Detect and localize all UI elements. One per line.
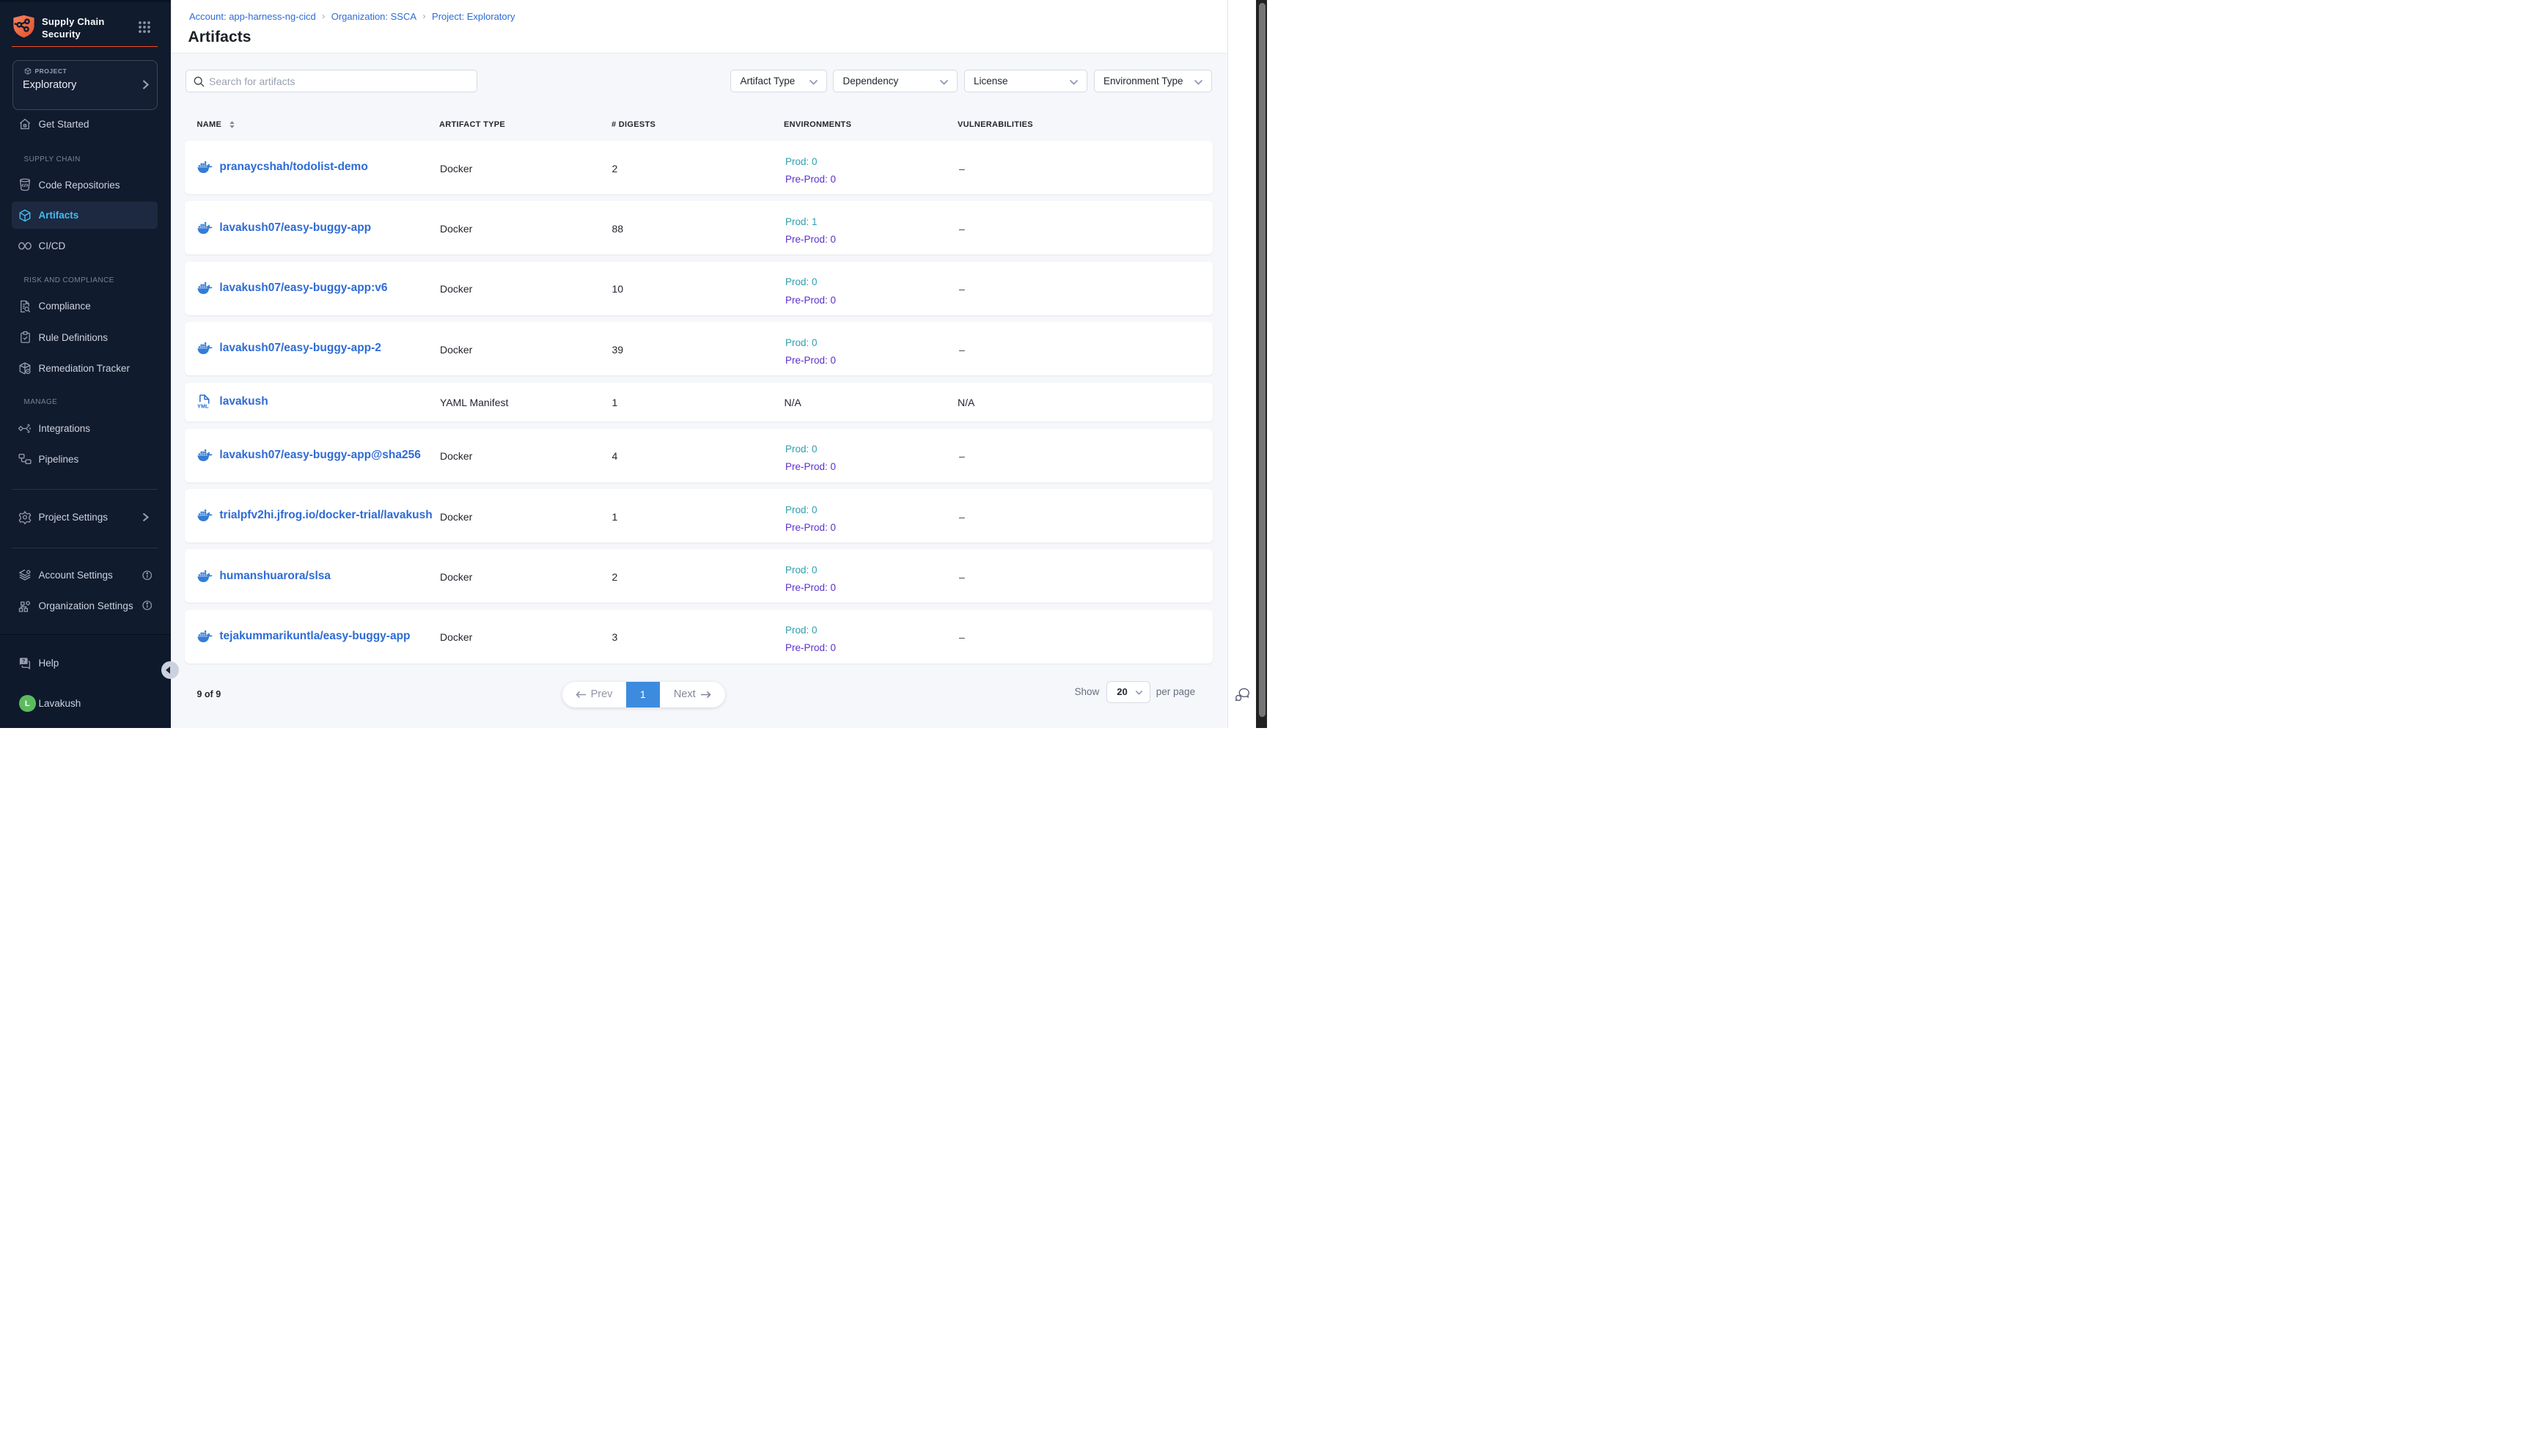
- svg-text:YML: YML: [197, 403, 209, 409]
- svg-text:?: ?: [22, 658, 25, 664]
